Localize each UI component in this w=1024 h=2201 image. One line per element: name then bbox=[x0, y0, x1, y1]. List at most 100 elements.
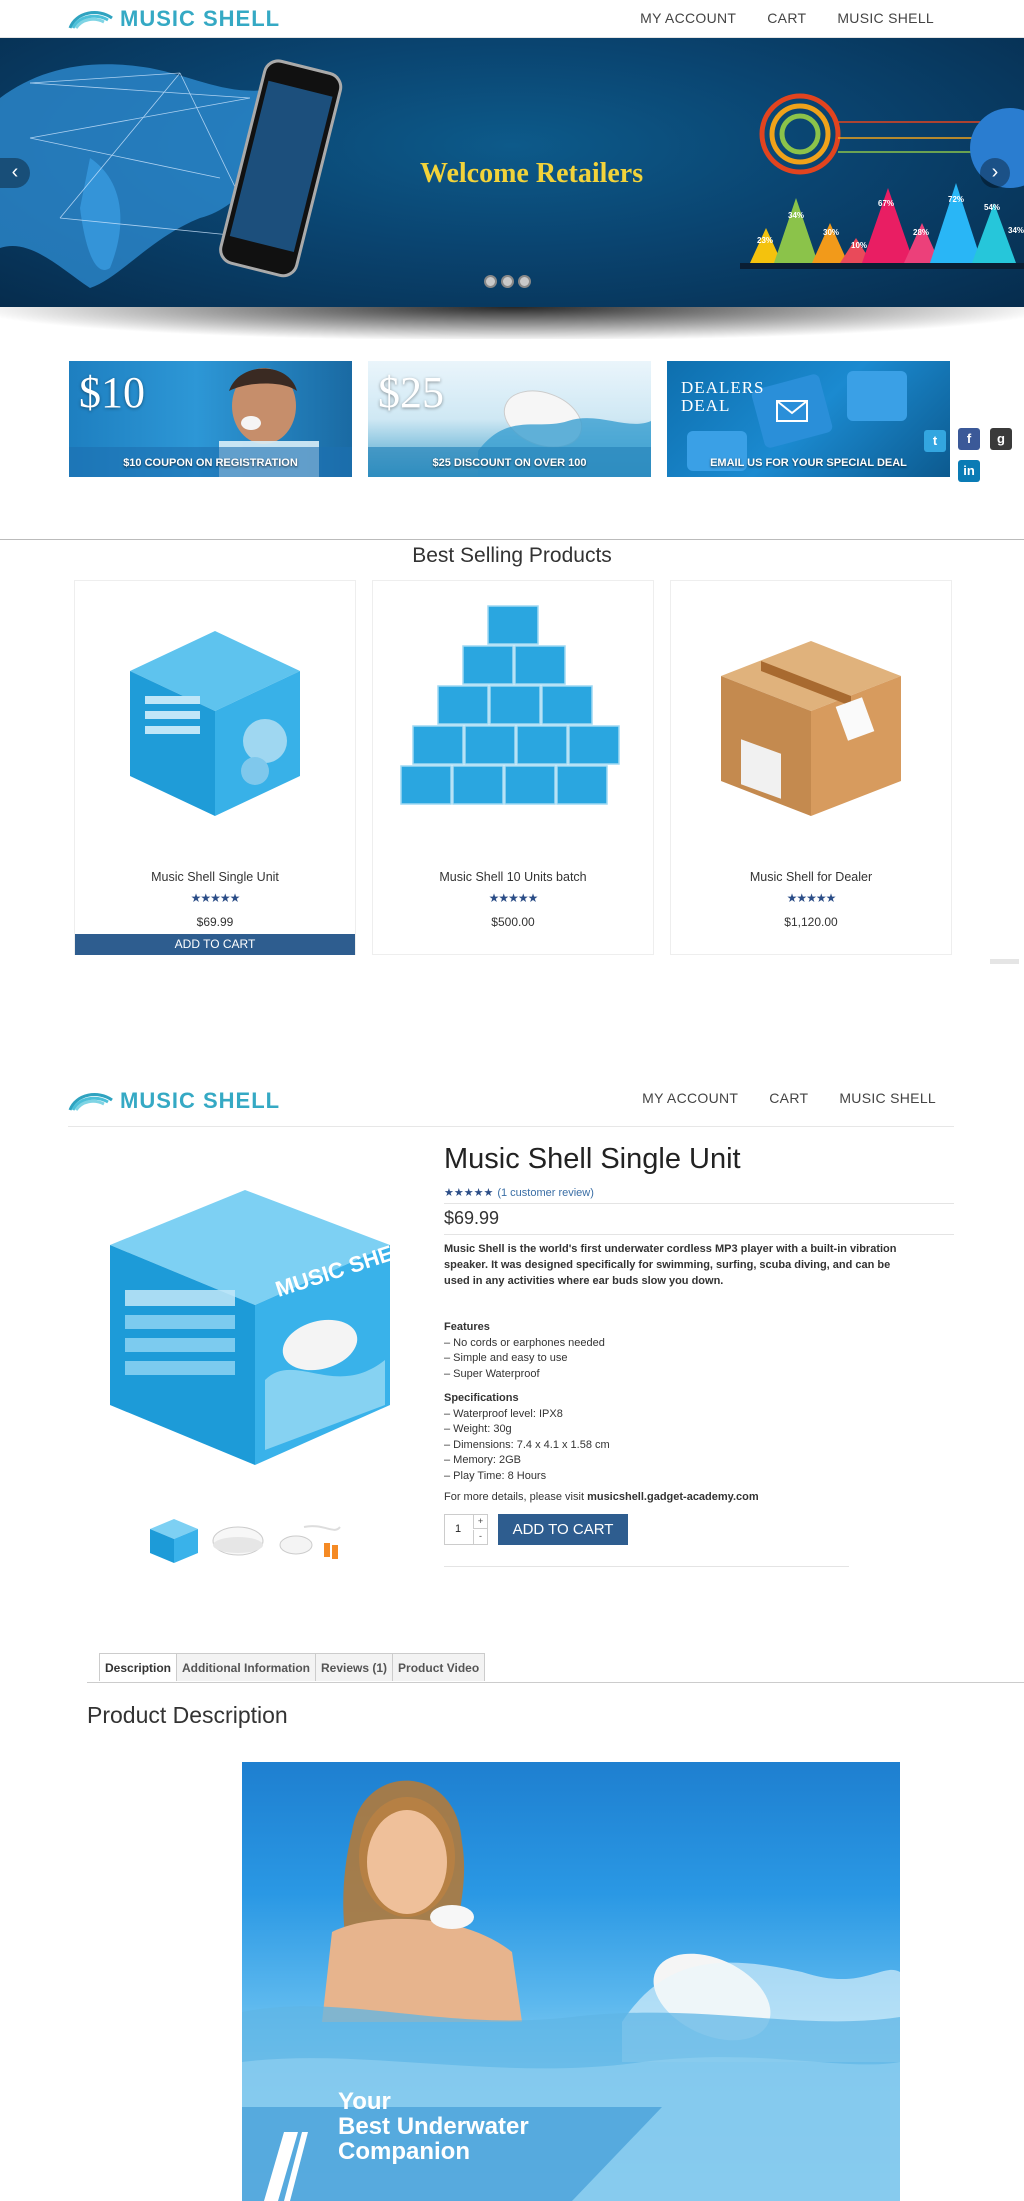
quantity-increase-icon[interactable]: + bbox=[473, 1515, 487, 1529]
rating-stars-icon: ★★★★★ bbox=[786, 891, 837, 905]
slider-dot[interactable] bbox=[518, 275, 531, 288]
nav-my-account[interactable]: MY ACCOUNT bbox=[640, 10, 736, 26]
promo-dealers-deal[interactable]: DEALERS DEAL EMAIL US FOR YOUR SPECIAL D… bbox=[667, 361, 950, 477]
nav-cart[interactable]: CART bbox=[769, 1090, 808, 1106]
promo-caption: $25 DISCOUNT ON OVER 100 bbox=[432, 457, 587, 469]
thumbnail-device[interactable] bbox=[210, 1515, 266, 1565]
features-block: Features – No cords or earphones needed … bbox=[444, 1320, 605, 1382]
product-card[interactable]: Music Shell 10 Units batch ★★★★★ $500.00 bbox=[372, 580, 654, 955]
promo-coupon-registration[interactable]: $10 $10 COUPON ON REGISTRATION bbox=[69, 361, 352, 477]
logo[interactable]: MUSIC SHELL bbox=[68, 6, 280, 32]
tagline-line: Companion bbox=[338, 2138, 470, 2165]
specifications-block: Specifications – Waterproof level: IPX8 … bbox=[444, 1391, 610, 1484]
twitter-icon[interactable]: t bbox=[924, 430, 946, 452]
linkedin-icon[interactable]: in bbox=[958, 460, 980, 482]
hero-chart-label: 28% bbox=[913, 228, 929, 237]
main-nav: MY ACCOUNT CART MUSIC SHELL bbox=[642, 1090, 936, 1106]
slider-dot[interactable] bbox=[484, 275, 497, 288]
product-name[interactable]: Music Shell Single Unit bbox=[75, 870, 355, 884]
promo-amount: $25 bbox=[378, 368, 444, 417]
tab-reviews[interactable]: Reviews (1) bbox=[316, 1654, 394, 1681]
spec-item: – Memory: 2GB bbox=[444, 1454, 522, 1466]
product-card[interactable]: Music Shell Single Unit ★★★★★ $69.99 ADD… bbox=[74, 580, 356, 955]
nav-my-account[interactable]: MY ACCOUNT bbox=[642, 1090, 738, 1106]
product-price: $1,120.00 bbox=[784, 915, 838, 929]
customer-review-link[interactable]: (1 customer review) bbox=[497, 1187, 594, 1199]
scroll-handle[interactable] bbox=[990, 959, 1019, 964]
separator bbox=[444, 1234, 954, 1235]
nav-music-shell[interactable]: MUSIC SHELL bbox=[837, 10, 934, 26]
banner-tagline: Your Best Underwater Companion bbox=[338, 2089, 529, 2164]
tab-description[interactable]: Description bbox=[100, 1654, 178, 1681]
single-unit-box-image[interactable] bbox=[95, 601, 335, 841]
shell-logo-icon bbox=[68, 6, 114, 32]
best-selling-title: Best Selling Products bbox=[412, 544, 612, 567]
slider-prev-arrow-icon[interactable]: ‹ bbox=[0, 158, 30, 188]
quantity-stepper[interactable]: 1 + - bbox=[444, 1514, 488, 1545]
hero-chart-label: 34% bbox=[788, 211, 804, 220]
product-description: Music Shell is the world's first underwa… bbox=[444, 1243, 897, 1287]
product-card[interactable]: Music Shell for Dealer ★★★★★ $1,120.00 bbox=[670, 580, 952, 955]
tab-additional-information[interactable]: Additional Information bbox=[177, 1654, 317, 1681]
product-price: $69.99 bbox=[444, 1208, 500, 1228]
promo-caption: $10 COUPON ON REGISTRATION bbox=[123, 457, 298, 469]
product-thumbnails bbox=[146, 1515, 341, 1565]
section-divider bbox=[0, 539, 1024, 540]
hero-slider: 23% 34% 30% 10% 67% 28% 72% 54% 34% Welc… bbox=[0, 38, 1024, 307]
quantity-input[interactable]: 1 bbox=[455, 1523, 461, 1535]
hero-shadow bbox=[0, 307, 1024, 339]
product-lifestyle-banner: Your Best Underwater Companion bbox=[242, 1762, 900, 2201]
promo-dealer-title: DEALERS DEAL bbox=[681, 378, 765, 415]
product-title: Music Shell Single Unit bbox=[444, 1143, 741, 1175]
separator bbox=[444, 1203, 954, 1204]
ten-units-boxes-image[interactable] bbox=[393, 601, 633, 841]
promo-caption: EMAIL US FOR YOUR SPECIAL DEAL bbox=[710, 457, 907, 469]
more-details-link[interactable]: musicshell.gadget-academy.com bbox=[587, 1491, 759, 1503]
product-main-image[interactable]: MUSIC SHELL bbox=[95, 1170, 405, 1480]
logo[interactable]: MUSIC SHELL bbox=[68, 1088, 280, 1114]
google-plus-icon[interactable]: g bbox=[990, 428, 1012, 450]
product-description-title: Product Description bbox=[87, 1702, 288, 1728]
slider-pagination bbox=[484, 275, 531, 288]
product-name[interactable]: Music Shell for Dealer bbox=[671, 870, 951, 884]
slider-next-arrow-icon[interactable]: › bbox=[980, 158, 1010, 188]
hero-title: Welcome Retailers bbox=[420, 158, 644, 189]
header-divider bbox=[68, 1126, 954, 1127]
logo-text: MUSIC SHELL bbox=[120, 1088, 281, 1113]
hero-chart-label: 23% bbox=[757, 236, 773, 245]
separator bbox=[444, 1566, 849, 1567]
hero-chart-label: 67% bbox=[878, 199, 894, 208]
hero-chart-label: 54% bbox=[984, 203, 1000, 212]
quantity-decrease-icon[interactable]: - bbox=[473, 1530, 487, 1544]
nav-music-shell[interactable]: MUSIC SHELL bbox=[839, 1090, 936, 1106]
nav-cart[interactable]: CART bbox=[767, 10, 806, 26]
tagline-line: Best Underwater bbox=[338, 2113, 529, 2140]
product-rating: ★★★★★ (1 customer review) bbox=[444, 1186, 594, 1199]
add-to-cart-button[interactable]: ADD TO CART bbox=[75, 934, 355, 955]
social-links: t f g in bbox=[924, 428, 1024, 488]
dealer-cardboard-box-image[interactable] bbox=[691, 601, 931, 841]
features-title: Features bbox=[444, 1321, 490, 1333]
spec-item: – Waterproof level: IPX8 bbox=[444, 1407, 563, 1420]
tagline-line: Your bbox=[338, 2088, 391, 2115]
logo-text: MUSIC SHELL bbox=[120, 6, 281, 31]
more-details: For more details, please visit musicshel… bbox=[444, 1491, 759, 1503]
promo-amount: $10 bbox=[79, 368, 145, 417]
thumbnail-accessories[interactable] bbox=[274, 1515, 341, 1565]
tab-product-video[interactable]: Product Video bbox=[393, 1654, 484, 1681]
hero-chart-label: 30% bbox=[823, 228, 839, 237]
feature-item: – No cords or earphones needed bbox=[444, 1336, 605, 1349]
spec-item: – Weight: 30g bbox=[444, 1423, 512, 1435]
site-header: MUSIC SHELL MY ACCOUNT CART MUSIC SHELL bbox=[0, 0, 1024, 38]
shell-logo-icon bbox=[68, 1088, 114, 1114]
slider-dot[interactable] bbox=[501, 275, 514, 288]
facebook-icon[interactable]: f bbox=[958, 428, 980, 450]
specifications-title: Specifications bbox=[444, 1392, 519, 1404]
add-to-cart-button[interactable]: ADD TO CART bbox=[498, 1514, 628, 1545]
promo-banners: $10 $10 COUPON ON REGISTRATION $25 $25 D… bbox=[69, 361, 950, 477]
promo-discount-100[interactable]: $25 $25 DISCOUNT ON OVER 100 bbox=[368, 361, 651, 477]
product-name[interactable]: Music Shell 10 Units batch bbox=[373, 870, 653, 884]
hero-chart-label: 10% bbox=[851, 241, 867, 250]
rating-stars-icon: ★★★★★ bbox=[444, 1187, 494, 1199]
thumbnail-box[interactable] bbox=[146, 1515, 202, 1565]
